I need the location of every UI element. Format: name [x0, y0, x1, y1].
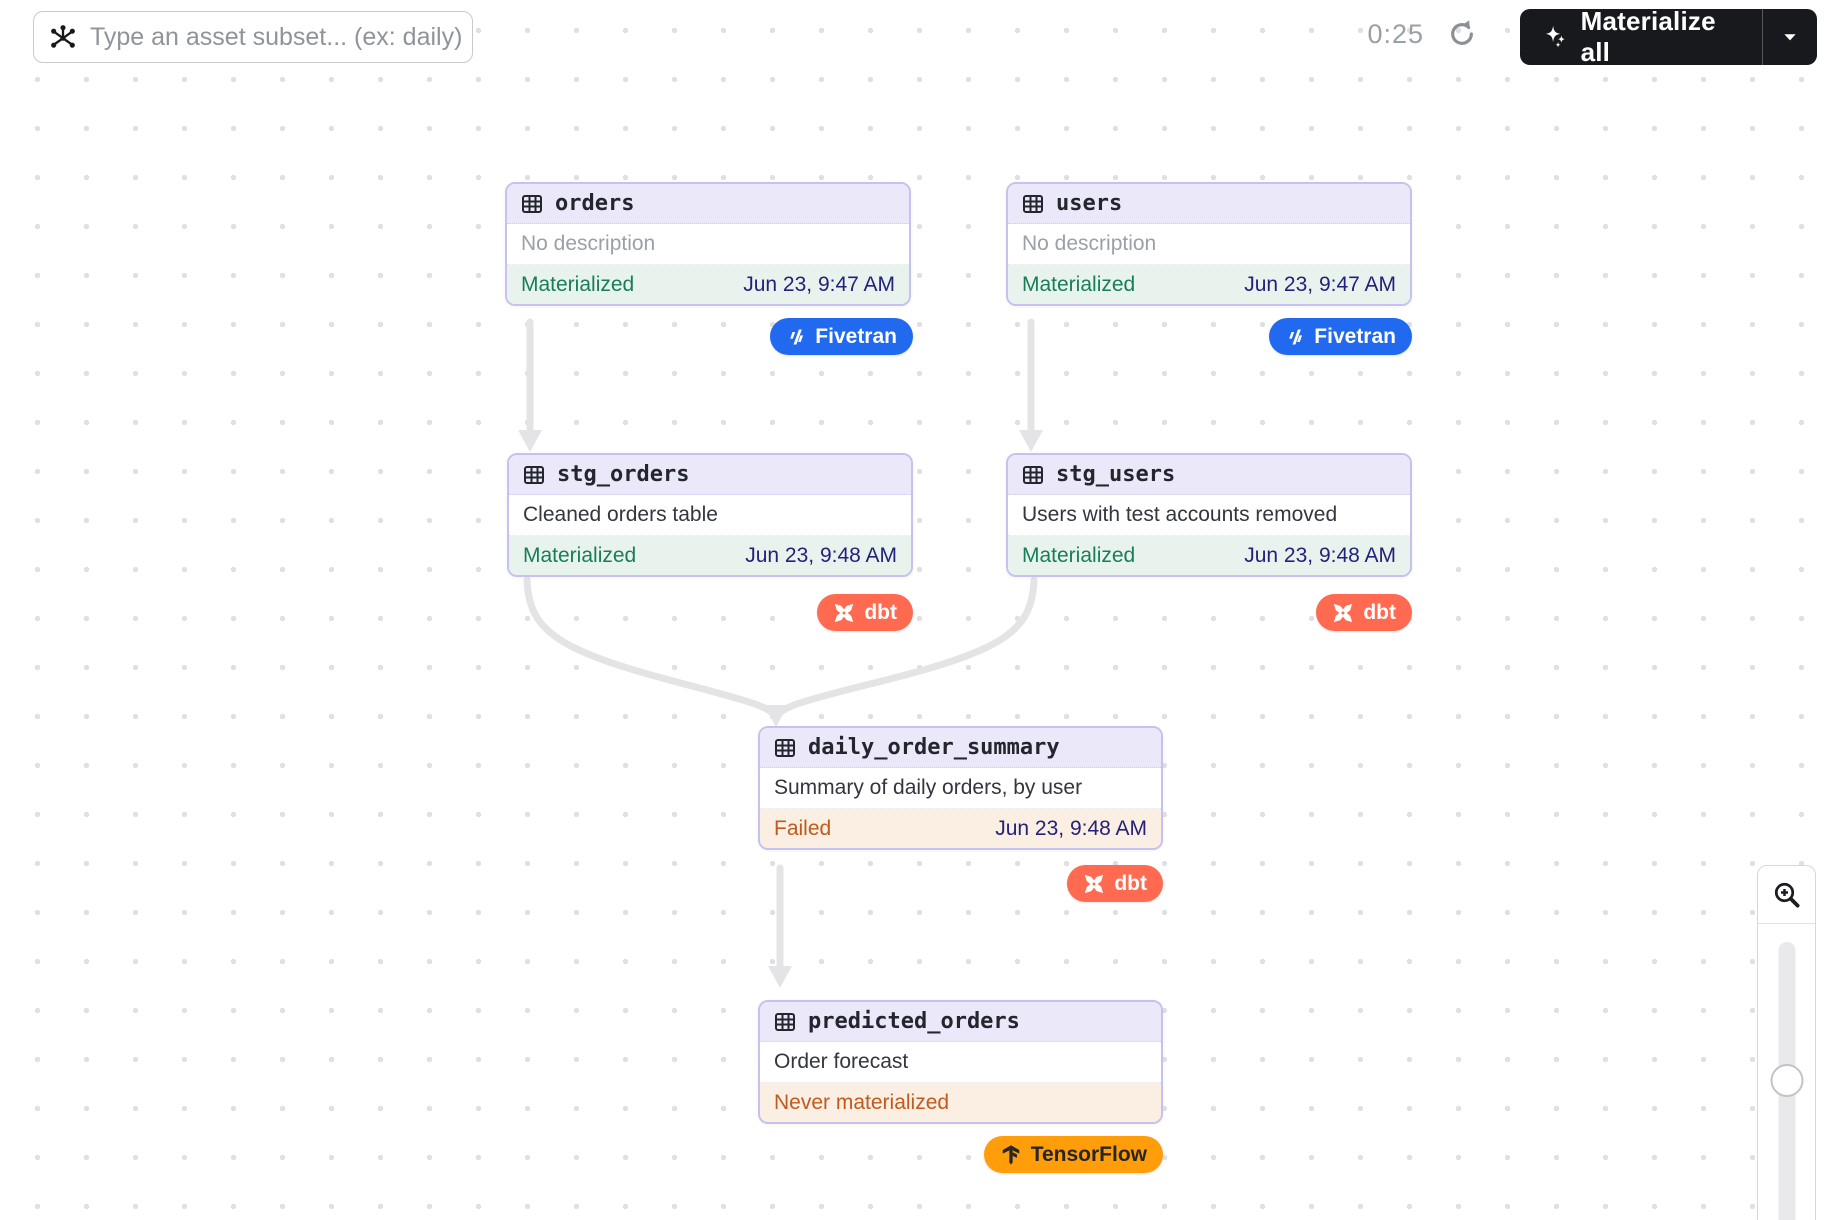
sparkles-icon — [1542, 23, 1569, 51]
materialize-all-button[interactable]: Materialize all — [1520, 9, 1817, 65]
asset-name: orders — [555, 191, 634, 216]
table-icon — [520, 192, 544, 216]
status-timestamp: Jun 23, 9:48 AM — [995, 817, 1147, 841]
status-label: Materialized — [1022, 273, 1135, 297]
asset-name: stg_orders — [557, 462, 689, 487]
tensorflow-icon — [1000, 1144, 1022, 1166]
search-input[interactable] — [33, 11, 473, 63]
asset-node-header: users — [1008, 184, 1410, 224]
dbt-badge[interactable]: dbt — [817, 594, 913, 631]
status-timestamp: Jun 23, 9:47 AM — [743, 273, 895, 297]
fivetran-badge[interactable]: Fivetran — [1269, 318, 1412, 355]
materialize-all-main[interactable]: Materialize all — [1520, 6, 1762, 68]
fivetran-icon — [786, 327, 806, 347]
zoom-control-panel — [1757, 865, 1816, 1220]
refresh-icon[interactable] — [1446, 18, 1478, 50]
edge-stgorders-daily — [527, 580, 775, 717]
arrowhead — [1019, 430, 1043, 452]
status-label: Failed — [774, 817, 831, 841]
badge-label: dbt — [1363, 601, 1396, 625]
asset-node-orders[interactable]: orders No description Materialized Jun 2… — [505, 182, 911, 306]
zoom-in-button[interactable] — [1758, 866, 1815, 924]
dbt-badge[interactable]: dbt — [1316, 594, 1412, 631]
table-icon — [773, 1010, 797, 1034]
badge-label: Fivetran — [1314, 325, 1396, 349]
asset-node-stg-users[interactable]: stg_users Users with test accounts remov… — [1006, 453, 1412, 577]
status-label: Materialized — [523, 544, 636, 568]
dbt-badge[interactable]: dbt — [1067, 865, 1163, 902]
countdown-timer: 0:25 — [1367, 19, 1424, 50]
dbt-icon — [1332, 602, 1354, 624]
fivetran-badge[interactable]: Fivetran — [770, 318, 913, 355]
status-timestamp: Jun 23, 9:48 AM — [1244, 544, 1396, 568]
dbt-icon — [833, 602, 855, 624]
badge-label: dbt — [1114, 872, 1147, 896]
materialize-all-label: Materialize all — [1581, 6, 1744, 68]
fivetran-icon — [1285, 327, 1305, 347]
status-label: Materialized — [521, 273, 634, 297]
status-label: Never materialized — [774, 1091, 949, 1115]
arrowhead — [768, 966, 792, 988]
asset-node-stg-orders[interactable]: stg_orders Cleaned orders table Material… — [507, 453, 913, 577]
chevron-down-icon — [1781, 28, 1799, 46]
asset-name: users — [1056, 191, 1122, 216]
asset-description: Cleaned orders table — [509, 495, 911, 536]
materialize-dropdown-button[interactable] — [1763, 9, 1817, 65]
asset-name: daily_order_summary — [808, 735, 1060, 760]
asset-node-header: predicted_orders — [760, 1002, 1161, 1042]
asset-status-row: Materialized Jun 23, 9:48 AM — [509, 536, 911, 575]
asset-status-row: Never materialized — [760, 1083, 1161, 1122]
status-label: Materialized — [1022, 544, 1135, 568]
asset-node-header: orders — [507, 184, 909, 224]
asset-description: Summary of daily orders, by user — [760, 768, 1161, 809]
badge-label: Fivetran — [815, 325, 897, 349]
status-timestamp: Jun 23, 9:47 AM — [1244, 273, 1396, 297]
arrowhead — [518, 430, 542, 452]
arrowhead — [764, 705, 788, 727]
magnifier-plus-icon — [1772, 880, 1802, 910]
table-icon — [1021, 463, 1045, 487]
asset-node-header: daily_order_summary — [760, 728, 1161, 768]
table-icon — [773, 736, 797, 760]
asset-description: No description — [1008, 224, 1410, 265]
asset-description: Users with test accounts removed — [1008, 495, 1410, 536]
asset-node-predicted-orders[interactable]: predicted_orders Order forecast Never ma… — [758, 1000, 1163, 1124]
zoom-slider-thumb[interactable] — [1770, 1064, 1803, 1097]
badge-label: dbt — [864, 601, 897, 625]
asset-description: Order forecast — [760, 1042, 1161, 1083]
asset-node-header: stg_orders — [509, 455, 911, 495]
zoom-slider — [1758, 924, 1815, 1220]
asset-status-row: Materialized Jun 23, 9:48 AM — [1008, 536, 1410, 575]
dbt-icon — [1083, 873, 1105, 895]
asset-search — [33, 11, 473, 63]
asset-node-users[interactable]: users No description Materialized Jun 23… — [1006, 182, 1412, 306]
asset-description: No description — [507, 224, 909, 265]
asset-graph-canvas[interactable]: 0:25 Materialize all — [0, 0, 1834, 1220]
badge-label: TensorFlow — [1031, 1143, 1147, 1167]
table-icon — [1021, 192, 1045, 216]
asset-node-daily-order-summary[interactable]: daily_order_summary Summary of daily ord… — [758, 726, 1163, 850]
status-timestamp: Jun 23, 9:48 AM — [745, 544, 897, 568]
table-icon — [522, 463, 546, 487]
asset-name: predicted_orders — [808, 1009, 1020, 1034]
asset-status-row: Failed Jun 23, 9:48 AM — [760, 809, 1161, 848]
tensorflow-badge[interactable]: TensorFlow — [984, 1136, 1163, 1173]
asset-status-row: Materialized Jun 23, 9:47 AM — [507, 265, 909, 304]
asset-name: stg_users — [1056, 462, 1175, 487]
asset-status-row: Materialized Jun 23, 9:47 AM — [1008, 265, 1410, 304]
asset-node-header: stg_users — [1008, 455, 1410, 495]
